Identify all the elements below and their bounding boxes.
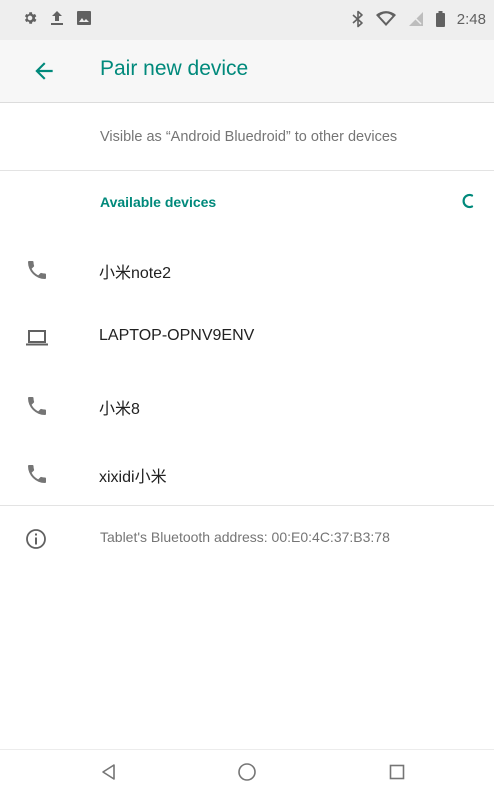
device-name: xixidi小米 <box>99 469 167 486</box>
device-item[interactable]: 小米8 <box>0 372 494 438</box>
no-signal-icon <box>408 12 423 26</box>
back-arrow-icon[interactable] <box>30 58 58 84</box>
device-item[interactable]: xixidi小米 <box>0 440 494 506</box>
device-name: 小米8 <box>99 401 140 418</box>
battery-icon <box>435 11 445 27</box>
loading-spinner-icon <box>462 193 474 209</box>
divider <box>0 170 494 171</box>
device-item[interactable]: 小米note2 <box>0 236 494 302</box>
bluetooth-address: Tablet's Bluetooth address: 00:E0:4C:37:… <box>100 529 390 545</box>
status-bar-right: 2:48 <box>352 10 486 28</box>
divider <box>0 505 494 506</box>
navigation-bar <box>0 749 494 790</box>
device-name: LAPTOP-OPNV9ENV <box>99 327 255 344</box>
available-devices-header: Available devices <box>100 194 217 210</box>
device-name: 小米note2 <box>99 265 172 282</box>
back-triangle-icon[interactable] <box>94 760 122 784</box>
visibility-description: Visible as “Android Bluedroid” to other … <box>100 129 398 145</box>
page-title: Pair new device <box>100 57 249 80</box>
upload-icon <box>51 11 63 25</box>
recents-square-icon[interactable] <box>383 760 411 784</box>
status-time: 2:48 <box>456 10 486 28</box>
home-circle-icon[interactable] <box>233 760 261 784</box>
image-icon <box>77 11 91 25</box>
info-icon <box>26 529 46 549</box>
app-bar: Pair new device <box>0 40 494 103</box>
laptop-icon <box>26 330 48 346</box>
wifi-icon <box>375 11 396 26</box>
settings-gear-icon <box>24 12 37 24</box>
phone-icon <box>28 397 46 415</box>
phone-icon <box>28 261 46 279</box>
phone-icon <box>28 465 46 483</box>
status-bar: 2:48 <box>0 0 494 40</box>
bluetooth-icon <box>352 10 363 28</box>
device-item[interactable]: LAPTOP-OPNV9ENV <box>0 304 494 370</box>
status-bar-left <box>22 10 92 26</box>
